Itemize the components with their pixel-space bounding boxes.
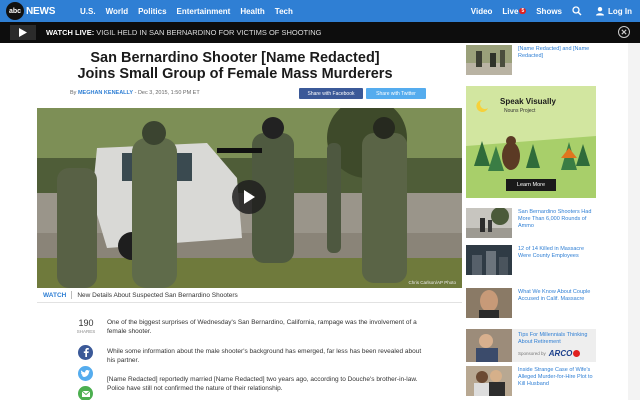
- sponsor-by-label: Sponsored by: [518, 351, 546, 356]
- alert-label: WATCH LIVE:: [46, 28, 95, 37]
- alert-play-button[interactable]: [10, 25, 36, 40]
- alert-text: WATCH LIVE: VIGIL HELD IN SAN BERNARDINO…: [46, 22, 321, 43]
- close-icon[interactable]: [618, 26, 630, 38]
- ad-subtitle: Nouns Project: [504, 108, 536, 114]
- nav-login[interactable]: Log In: [595, 6, 632, 16]
- video-play-button[interactable]: [232, 180, 266, 214]
- play-icon: [244, 190, 255, 204]
- breaking-alert-bar[interactable]: WATCH LIVE: VIGIL HELD IN SAN BERNARDINO…: [0, 22, 640, 43]
- arco-logo-icon: [573, 350, 581, 357]
- story-thumbnail: [466, 45, 512, 75]
- nav-link-politics[interactable]: Politics: [138, 7, 166, 16]
- twitter-icon: [81, 370, 90, 377]
- ad-learn-more-button[interactable]: Learn More: [506, 179, 556, 191]
- rail-email-button[interactable]: [78, 386, 93, 400]
- ad-title: Speak Visually: [500, 97, 556, 106]
- story-title: San Bernardino Shooters Had More Than 6,…: [518, 209, 592, 229]
- share-twitter-button[interactable]: Share with Twitter: [366, 88, 426, 99]
- nav-video[interactable]: Video: [471, 7, 493, 16]
- abc-logo-circle: abc: [6, 2, 24, 20]
- sponsor-thumbnail: [466, 329, 512, 362]
- rail-facebook-button[interactable]: [78, 345, 93, 360]
- user-icon: [596, 7, 604, 16]
- share-facebook-label: Share with Facebook: [307, 90, 355, 97]
- story-thumbnail: [466, 366, 512, 396]
- email-icon: [81, 390, 90, 397]
- nav-search[interactable]: [572, 6, 585, 16]
- video-caption-bar[interactable]: WATCH New Details About Suspected San Be…: [37, 288, 462, 303]
- nav-live[interactable]: Live 5: [502, 6, 527, 16]
- login-label: Log In: [608, 6, 632, 16]
- story-title: [Name Redacted] and [Name Redacted]: [518, 46, 590, 59]
- sponsor-attribution: Sponsored by ARCO: [518, 349, 581, 358]
- story-title: Inside Strange Case of Wife's Alleged Mu…: [518, 367, 593, 387]
- sidebar-story-item[interactable]: 12 of 14 Killed in Massacre Were County …: [466, 245, 596, 277]
- alert-headline: VIGIL HELD IN SAN BERNARDINO FOR VICTIMS…: [96, 28, 322, 37]
- nav-link-entertainment[interactable]: Entertainment: [177, 7, 231, 16]
- article-paragraph: One of the biggest surprises of Wednesda…: [107, 319, 417, 335]
- ad-button-label: Learn More: [516, 182, 546, 188]
- article-headline: San Bernardino Shooter [Name Redacted] J…: [77, 50, 393, 82]
- byline-prefix: By: [70, 90, 77, 96]
- share-count-number: 190: [78, 318, 94, 328]
- sidebar-story-item[interactable]: What We Know About Couple Accused in Cal…: [466, 288, 596, 320]
- facebook-icon: [83, 348, 89, 357]
- watch-divider: [71, 291, 73, 299]
- shows-label: Shows: [536, 6, 562, 16]
- video-title: New Details About Suspected San Bernardi…: [77, 291, 238, 299]
- top-navigation: abc NEWS U.S. World Politics Entertainme…: [0, 0, 640, 22]
- publish-date: - Dec 3, 2015, 1:50 PM ET: [134, 90, 200, 96]
- article-paragraph: While some information about the male sh…: [107, 348, 422, 364]
- story-thumbnail: [466, 288, 512, 318]
- section-links: U.S. World Politics Entertainment Health…: [80, 0, 303, 22]
- author-link[interactable]: MEGHAN KENEALLY: [78, 90, 133, 96]
- play-icon: [19, 28, 27, 37]
- watch-label: WATCH: [43, 291, 67, 299]
- photo-credit: Chris Carlson/AP Photo: [408, 280, 456, 285]
- hero-video-player[interactable]: Chris Carlson/AP Photo: [37, 108, 462, 288]
- story-title: 12 of 14 Killed in Massacre Were County …: [518, 246, 585, 259]
- nav-link-tech[interactable]: Tech: [275, 7, 293, 16]
- sidebar-story-item[interactable]: San Bernardino Shooters Had More Than 6,…: [466, 208, 596, 240]
- video-label: Video: [470, 6, 493, 16]
- sponsored-content[interactable]: Tips For Millennials Thinking About Reti…: [466, 329, 596, 362]
- share-facebook-button[interactable]: Share with Facebook: [299, 88, 363, 99]
- nav-shows[interactable]: Shows: [536, 7, 562, 16]
- article-paragraph: [Name Redacted] reportedly married [Name…: [107, 376, 418, 392]
- story-thumbnail: [466, 208, 512, 238]
- byline: By MEGHAN KENEALLY - Dec 3, 2015, 1:50 P…: [70, 90, 200, 96]
- sponsor-title: Tips For Millennials Thinking About Reti…: [518, 332, 588, 345]
- sidebar-story-item[interactable]: Inside Strange Case of Wife's Alleged Mu…: [466, 366, 596, 400]
- news-wordmark: NEWS: [26, 5, 56, 17]
- rail-twitter-button[interactable]: [78, 366, 93, 381]
- nav-link-world[interactable]: World: [106, 7, 129, 16]
- nav-link-us[interactable]: U.S.: [80, 7, 96, 16]
- sidebar-story-item[interactable]: [Name Redacted] and [Name Redacted]: [466, 45, 596, 77]
- search-icon: [572, 6, 582, 16]
- share-twitter-label: Share with Twitter: [376, 90, 416, 97]
- share-count-label: SHARES: [76, 329, 96, 334]
- story-thumbnail: [466, 245, 512, 275]
- page-scrollbar[interactable]: [628, 43, 640, 400]
- nav-link-health[interactable]: Health: [240, 7, 264, 16]
- nav-right-group: Video Live 5 Shows Log In: [461, 0, 632, 22]
- advertisement[interactable]: Speak Visually Nouns Project Learn More: [466, 86, 596, 198]
- share-count: 190 SHARES: [76, 318, 96, 334]
- live-label: Live: [502, 6, 519, 16]
- abc-news-logo[interactable]: abc NEWS: [6, 2, 55, 20]
- story-title: What We Know About Couple Accused in Cal…: [518, 289, 591, 302]
- live-count-badge: 5: [519, 8, 527, 14]
- arco-logo: ARCO: [548, 349, 573, 358]
